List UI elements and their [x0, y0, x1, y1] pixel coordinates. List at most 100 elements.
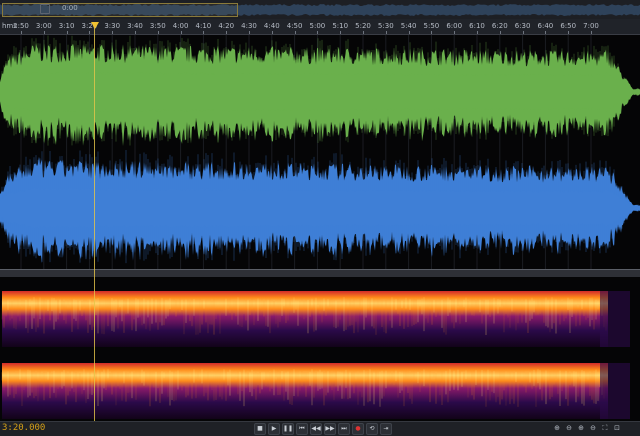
record-icon: ● [355, 425, 361, 432]
waveform-canvas [0, 35, 640, 269]
ruler-tick-label: 5:20 [355, 22, 371, 30]
ruler-tick-mark [112, 31, 114, 34]
ruler-tick-mark [226, 31, 228, 34]
ruler-tick-mark [180, 31, 182, 34]
ruler-tick-mark [249, 31, 250, 34]
ruler-tick-mark [157, 31, 159, 34]
ruler-tick-label: 6:40 [537, 22, 554, 30]
overview-visible-range[interactable] [2, 3, 238, 17]
zoom-full-button[interactable]: ⛶ [600, 423, 610, 433]
go-end-button[interactable]: ⏭ [338, 423, 350, 435]
ruler-tick-mark [363, 31, 364, 34]
zoom-out-amplitude-button[interactable]: ⊖ [564, 423, 574, 433]
zoom-full-icon: ⛶ [602, 424, 608, 432]
waveform-right-body [0, 187, 640, 229]
ruler-tick-mark [89, 31, 91, 34]
rewind-button[interactable]: ◀◀ [310, 423, 322, 435]
ruler-tick-label: 4:00 [172, 22, 189, 30]
zoom-out-time-button[interactable]: ⊖ [588, 423, 598, 433]
waveform-display[interactable] [0, 35, 640, 269]
ruler-tick-mark [431, 31, 433, 34]
playhead-marker[interactable] [91, 22, 99, 29]
ruler-tick-mark [21, 31, 22, 34]
ruler-tick-label: 6:50 [560, 22, 577, 30]
fast-forward-icon: ▶▶ [325, 425, 335, 432]
ruler-tick-mark [135, 31, 136, 34]
ruler-tick-label: 3:00 [35, 22, 52, 30]
ruler-tick-mark [294, 31, 296, 34]
ruler-tick-label: 3:30 [104, 22, 121, 30]
loop-icon: ⟲ [369, 425, 375, 432]
spectral-right-channel [1, 363, 630, 419]
ruler-tick-label: 4:30 [241, 22, 257, 30]
spectral-left-channel [1, 291, 630, 347]
overview-zoom-icon[interactable] [40, 4, 50, 14]
ruler-tick-label: 4:40 [263, 22, 280, 30]
zoom-controls: ⊕ ⊖ ⊕ ⊖ ⛶ ⊡ [552, 423, 622, 433]
zoom-selection-icon: ⊡ [614, 424, 620, 432]
skip-icon: ⇥ [383, 425, 389, 432]
go-start-icon: ⏮ [299, 425, 305, 432]
fast-forward-button[interactable]: ▶▶ [324, 423, 336, 435]
zoom-selection-button[interactable]: ⊡ [612, 423, 622, 433]
ruler-tick-label: 5:40 [400, 22, 417, 30]
ruler-tick-mark [568, 31, 570, 34]
zoom-in-amplitude-button[interactable]: ⊕ [552, 423, 562, 433]
ruler-tick-label: 5:00 [309, 22, 326, 30]
ruler-tick-mark [43, 31, 45, 34]
ruler-tick-mark [271, 31, 273, 34]
spectral-canvas [1, 291, 630, 419]
go-start-button[interactable]: ⏮ [296, 423, 308, 435]
waveform-left-body [0, 72, 640, 112]
ruler-tick-label: 6:00 [446, 22, 463, 30]
ruler-tick-mark [499, 31, 501, 34]
skip-button[interactable]: ⇥ [380, 423, 392, 435]
ruler-tick-label: 5:30 [377, 22, 394, 30]
rewind-icon: ◀◀ [311, 425, 321, 432]
ruler-tick-label: 5:10 [332, 22, 349, 30]
ruler-tick-label: 3:10 [58, 22, 75, 30]
ruler-tick-label: 4:20 [218, 22, 235, 30]
ruler-tick-label: 6:30 [514, 22, 531, 30]
zoom-in-time-button[interactable]: ⊕ [576, 423, 586, 433]
ruler-tick-mark [66, 31, 68, 34]
pause-icon: ❚❚ [283, 425, 294, 432]
overview-bar[interactable]: 0:00 [0, 0, 640, 20]
overview-controls [40, 4, 50, 14]
spectral-frequency-display[interactable] [0, 277, 640, 421]
transport-controls: ■ ▶ ❚❚ ⏮ ◀◀ ▶▶ ⏭ ● ⟲ ⇥ [254, 423, 392, 435]
loop-button[interactable]: ⟲ [366, 423, 378, 435]
ruler-tick-mark [591, 31, 592, 34]
play-button[interactable]: ▶ [268, 423, 280, 435]
stop-button[interactable]: ■ [254, 423, 266, 435]
zoom-out-amplitude-icon: ⊖ [566, 424, 572, 432]
ruler-tick-mark [408, 31, 410, 34]
playhead-line[interactable] [94, 28, 95, 421]
status-bar: 3:20.000 ■ ▶ ❚❚ ⏮ ◀◀ ▶▶ ⏭ ● ⟲ ⇥ ⊕ ⊖ ⊕ ⊖ ⛶ ⊡ [0, 421, 640, 436]
ruler-tick-mark [454, 31, 456, 34]
stop-icon: ■ [257, 425, 263, 432]
play-icon: ▶ [271, 425, 277, 432]
ruler-tick-mark [477, 31, 478, 34]
ruler-tick-label: 4:50 [286, 22, 303, 30]
ruler-tick-mark [340, 31, 342, 34]
ruler-tick-label: 2:50 [13, 22, 29, 30]
record-button[interactable]: ● [352, 423, 364, 435]
ruler-tick-label: 4:10 [195, 22, 212, 30]
zoom-in-time-icon: ⊕ [578, 424, 584, 432]
ruler-tick-mark [385, 31, 387, 34]
ruler-tick-label: 7:00 [583, 22, 599, 30]
ruler-tick-mark [522, 31, 524, 34]
zoom-out-time-icon: ⊖ [590, 424, 596, 432]
ruler-tick-mark [545, 31, 547, 34]
ruler-tick-label: 6:20 [491, 22, 508, 30]
ruler-tick-mark [317, 31, 319, 34]
zoom-in-amplitude-icon: ⊕ [554, 424, 560, 432]
pause-button[interactable]: ❚❚ [282, 423, 294, 435]
ruler-tick-label: 5:50 [423, 22, 440, 30]
ruler-tick-label: 3:40 [127, 22, 143, 30]
overview-zoom-readout: 0:00 [62, 4, 78, 12]
go-end-icon: ⏭ [341, 425, 347, 432]
time-display: 3:20.000 [2, 423, 46, 433]
ruler-tick-label: 3:50 [149, 22, 166, 30]
